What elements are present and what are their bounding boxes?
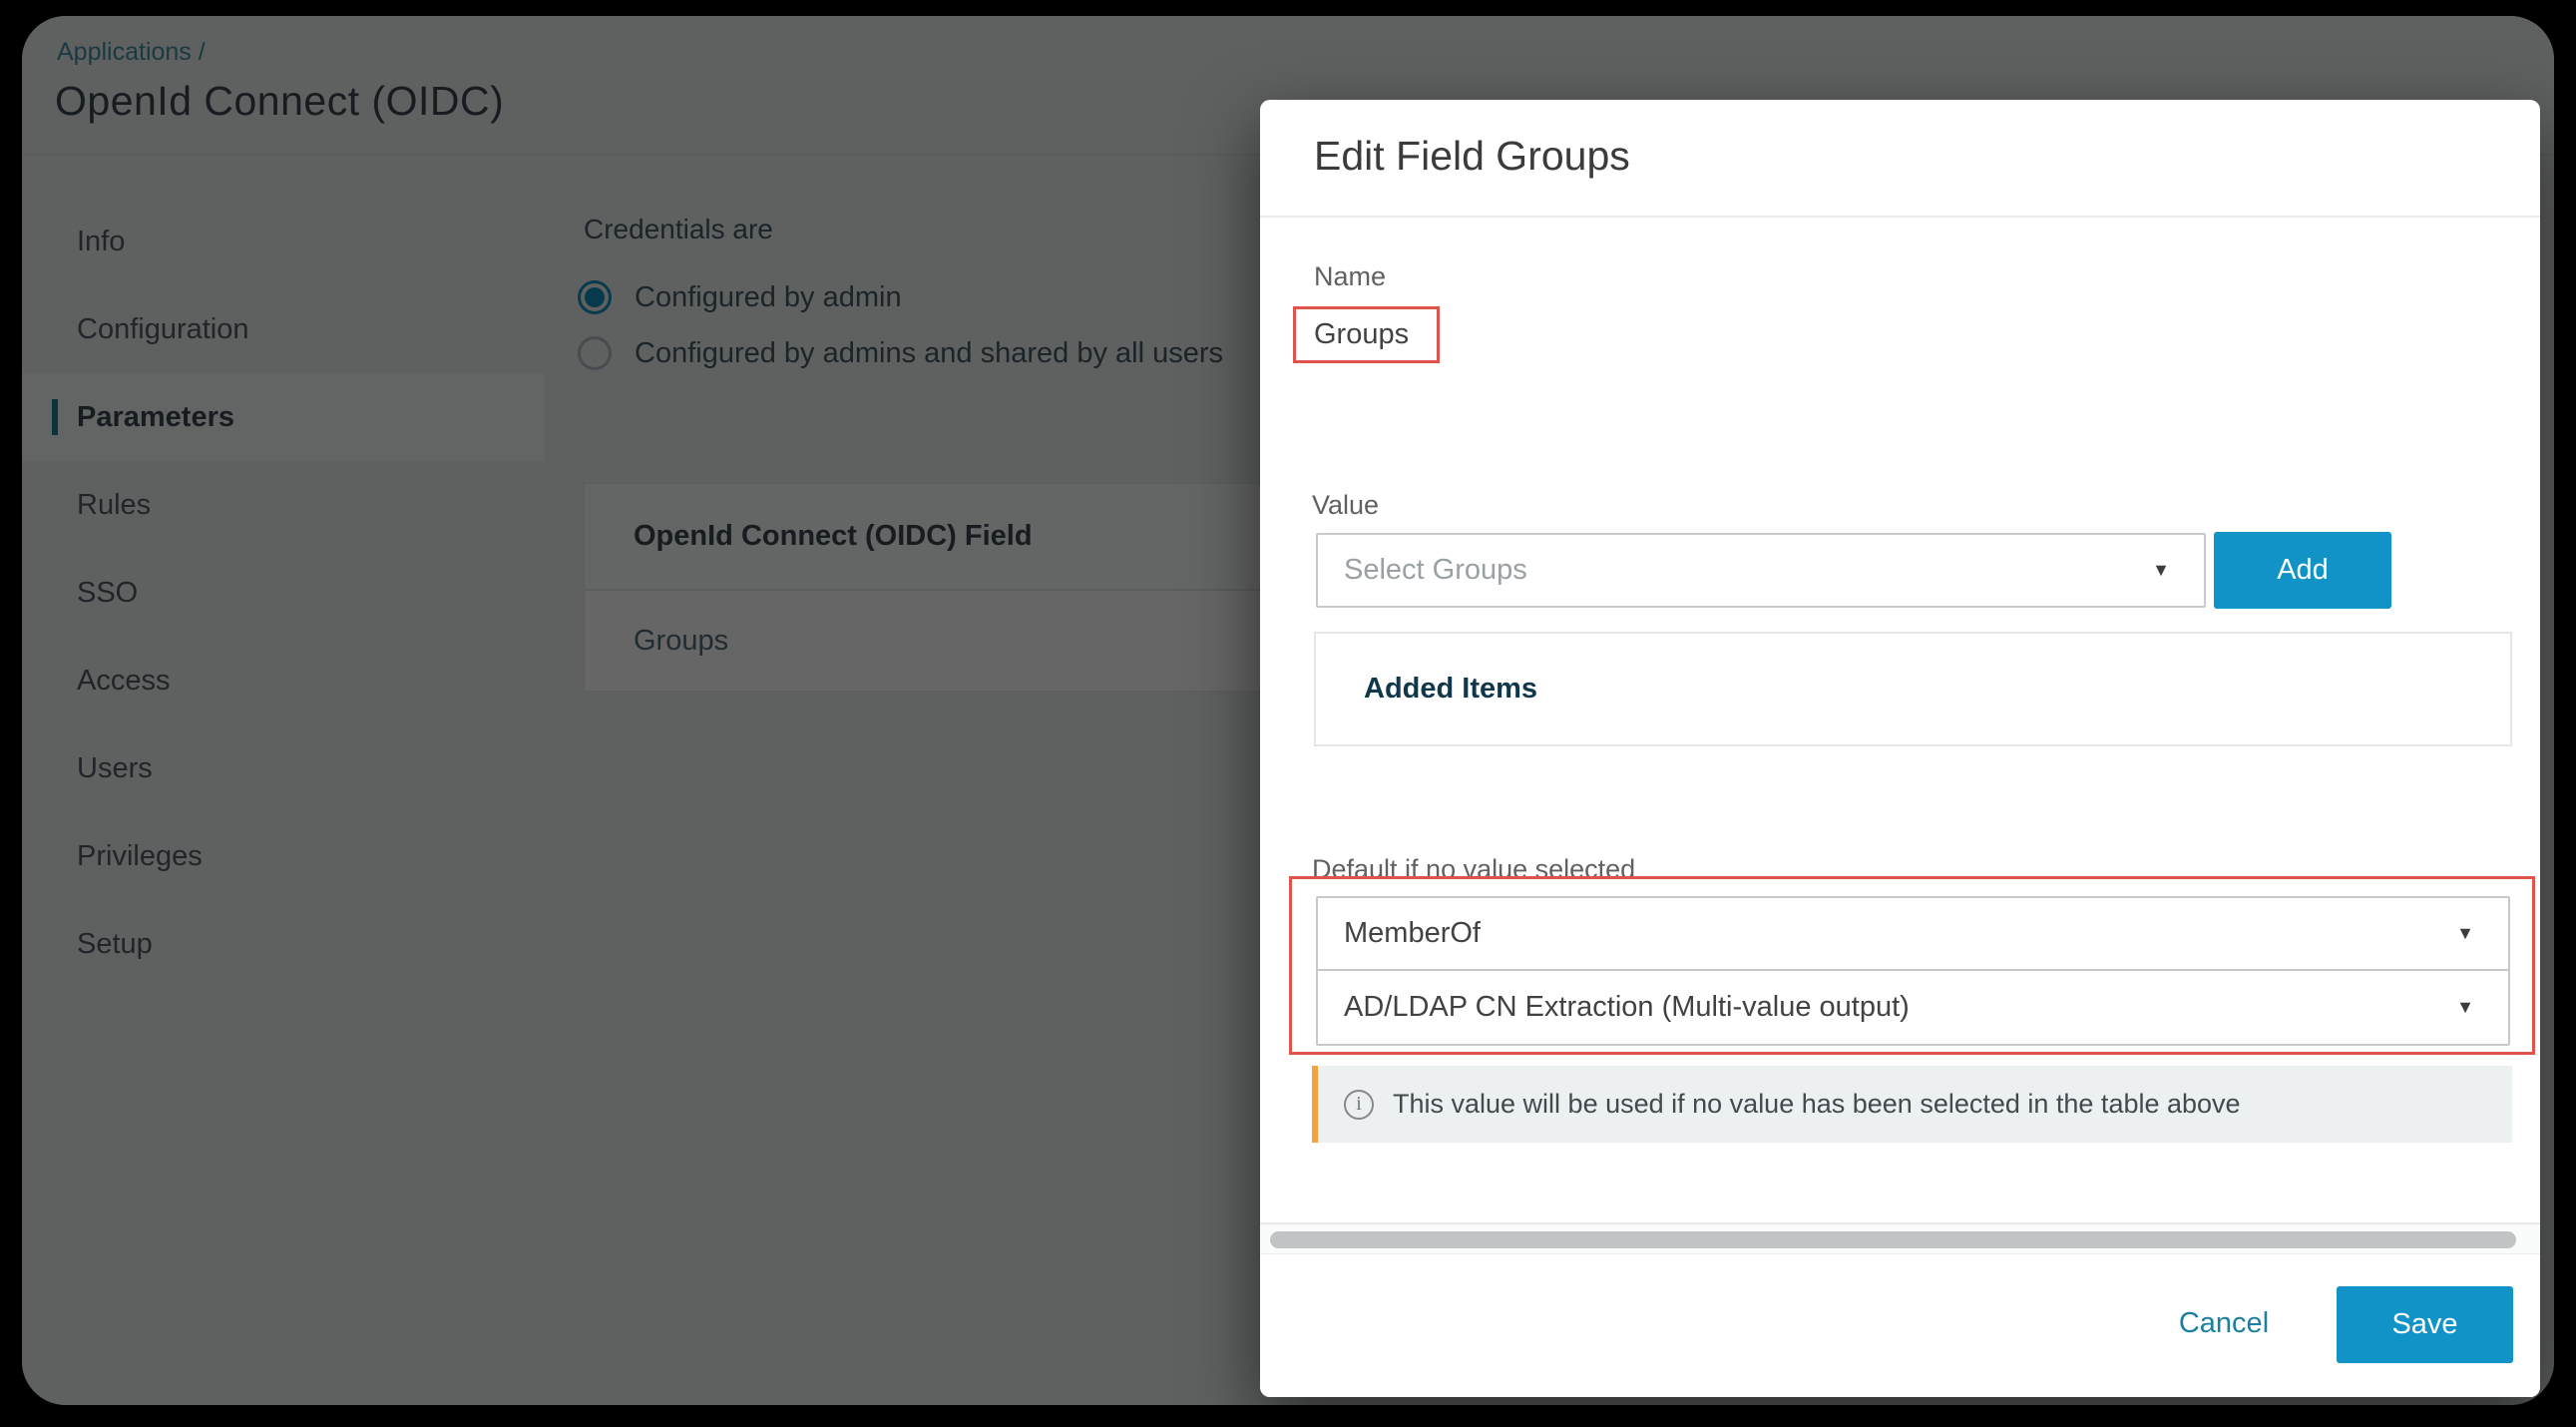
added-items-label: Added Items <box>1364 673 1537 706</box>
name-field[interactable]: Groups <box>1314 318 1409 351</box>
extraction-mode-select-value: AD/LDAP CN Extraction (Multi-value outpu… <box>1344 991 2456 1024</box>
screen: Applications / OpenId Connect (OIDC) Inf… <box>0 0 2576 1427</box>
info-banner-text: This value will be used if no value has … <box>1393 1089 2241 1120</box>
scrollbar-thumb[interactable] <box>1270 1231 2516 1248</box>
extraction-mode-select[interactable]: AD/LDAP CN Extraction (Multi-value outpu… <box>1316 969 2510 1046</box>
value-label: Value <box>1312 490 1379 521</box>
add-button[interactable]: Add <box>2214 532 2391 609</box>
groups-select-placeholder: Select Groups <box>1344 554 2152 587</box>
default-value-select-value: MemberOf <box>1344 917 2456 950</box>
chevron-down-icon: ▼ <box>2152 560 2170 581</box>
groups-select[interactable]: Select Groups ▼ <box>1316 533 2206 608</box>
chevron-down-icon: ▼ <box>2456 923 2474 944</box>
modal-title: Edit Field Groups <box>1314 133 1630 180</box>
name-label: Name <box>1314 261 1386 292</box>
info-icon: i <box>1344 1090 1374 1120</box>
horizontal-scrollbar[interactable] <box>1260 1222 2540 1254</box>
edit-field-groups-modal: Edit Field Groups Name Groups Value Sele… <box>1260 100 2540 1397</box>
added-items-panel: Added Items <box>1314 632 2512 746</box>
save-button[interactable]: Save <box>2337 1286 2513 1363</box>
chevron-down-icon: ▼ <box>2456 997 2474 1018</box>
info-banner: i This value will be used if no value ha… <box>1312 1066 2512 1143</box>
cancel-button[interactable]: Cancel <box>2174 1307 2274 1340</box>
modal-header: Edit Field Groups <box>1260 100 2540 218</box>
default-value-select[interactable]: MemberOf ▼ <box>1316 896 2510 971</box>
